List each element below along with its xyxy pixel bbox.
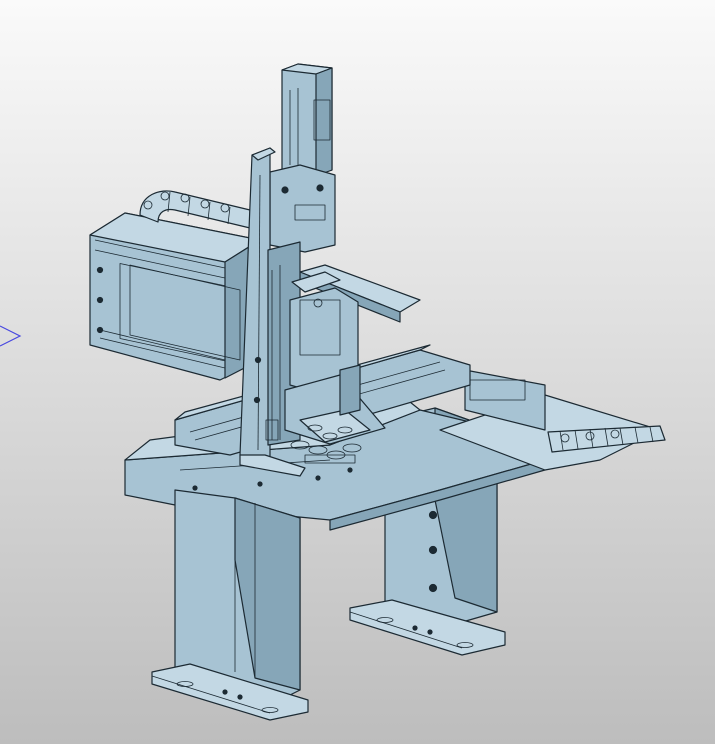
left-support-leg[interactable] <box>151 489 309 721</box>
cad-viewport[interactable] <box>0 0 715 744</box>
model-canvas[interactable] <box>0 0 715 744</box>
